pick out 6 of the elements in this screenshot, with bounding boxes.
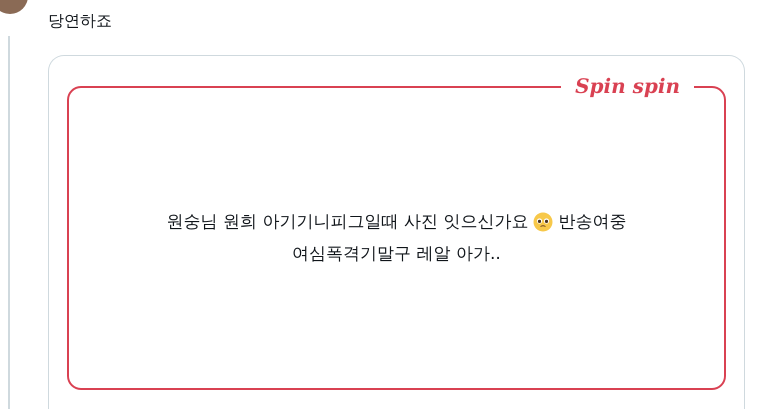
reply-text: 당연하죠	[48, 11, 113, 31]
message-text: 반송여중	[558, 211, 626, 234]
link-card[interactable]: Spin spin 원숭님 원희 아기기니피그일때 사진 잇으신가요 반송여중 여심폭격기말구 레알 아가..	[48, 55, 745, 409]
message-text: 원숭님 원희 아기기니피그일때 사진 잇으신가요	[166, 211, 528, 234]
pleading-face-icon	[533, 212, 554, 232]
message-text: 여심폭격기말구 레알 아가..	[292, 243, 501, 266]
